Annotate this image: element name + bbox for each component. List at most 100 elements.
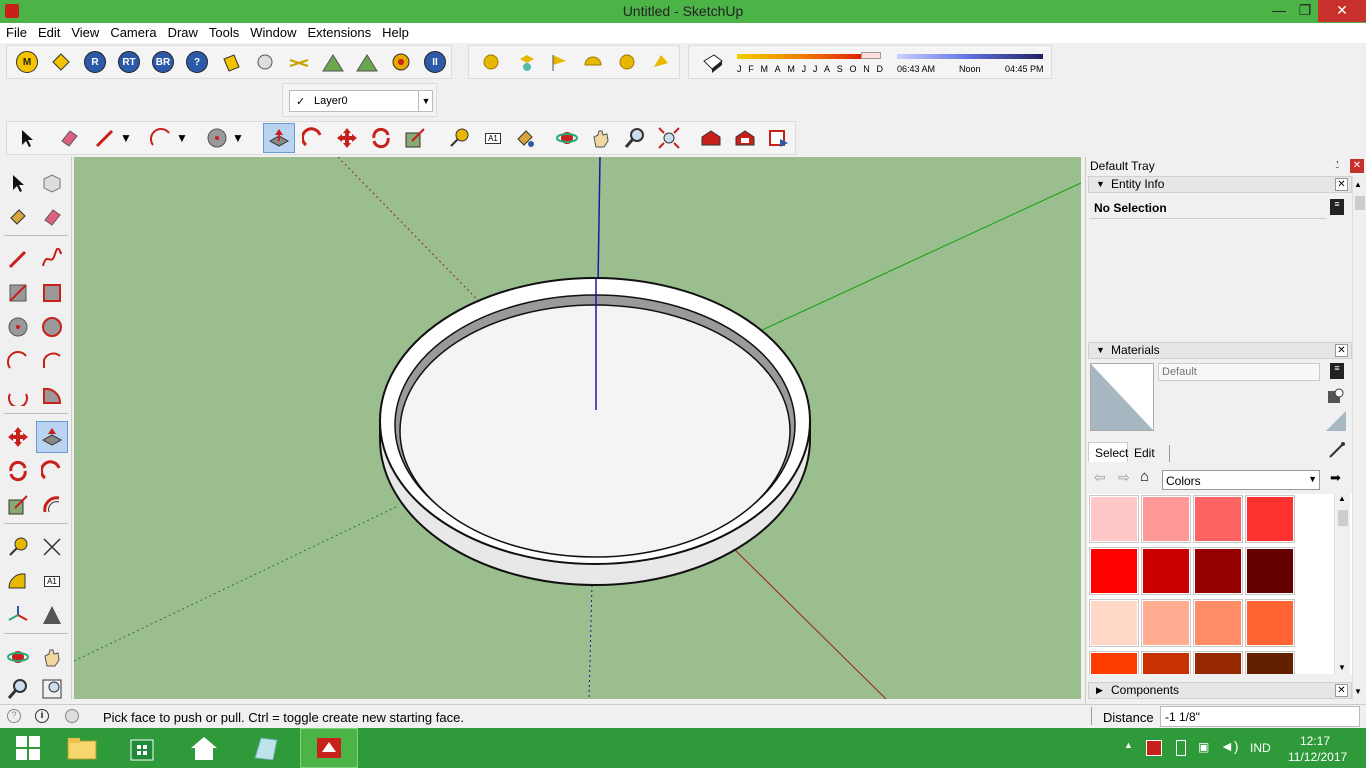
lt-dimension-icon[interactable] xyxy=(40,535,64,559)
lt-orbit-icon[interactable] xyxy=(6,645,30,669)
circle-dropdown-icon[interactable]: ▼ xyxy=(231,126,245,150)
extension-warehouse-icon[interactable] xyxy=(767,126,791,150)
entity-info-header[interactable]: ▼ Entity Info ✕ xyxy=(1088,176,1352,193)
material-swatch[interactable] xyxy=(1141,547,1191,595)
menu-view[interactable]: View xyxy=(65,23,104,40)
clock-date[interactable]: 11/12/2017 xyxy=(1288,750,1347,764)
lt-protractor-icon[interactable] xyxy=(6,569,30,593)
m-extension-icon[interactable]: M xyxy=(15,50,39,74)
material-swatch[interactable] xyxy=(1141,599,1191,647)
orbit-icon[interactable] xyxy=(555,126,579,150)
lt-pan-icon[interactable] xyxy=(40,645,64,669)
start-windows-icon[interactable] xyxy=(0,728,56,768)
arc-icon[interactable] xyxy=(149,126,173,150)
month-slider[interactable] xyxy=(737,54,861,59)
lt-freehand-icon[interactable] xyxy=(40,247,64,271)
menu-edit[interactable]: Edit xyxy=(32,23,65,40)
create-material-icon[interactable] xyxy=(1326,387,1344,405)
shadow-toggle-icon[interactable] xyxy=(701,50,725,74)
lt-scale-icon[interactable] xyxy=(6,493,30,517)
material-swatch[interactable] xyxy=(1089,495,1139,543)
layer-select[interactable]: ✓ Layer0 ▼ xyxy=(289,90,433,112)
lt-paint-icon[interactable] xyxy=(6,205,30,229)
push-pull-icon[interactable] xyxy=(263,123,295,153)
home-app-icon[interactable] xyxy=(176,728,232,768)
tray-pin-icon[interactable]: ⍘ xyxy=(1334,159,1341,172)
warehouse-icon[interactable] xyxy=(699,126,723,150)
zoom-extents-icon[interactable] xyxy=(657,126,681,150)
lt-zoom-window-icon[interactable] xyxy=(40,677,64,701)
top-view-icon[interactable] xyxy=(515,50,539,74)
edges-icon[interactable] xyxy=(287,50,311,74)
back-arrow-icon[interactable]: ⇦ xyxy=(1094,469,1106,486)
lt-select-icon[interactable] xyxy=(6,171,30,195)
volume-icon[interactable]: ◄) xyxy=(1220,738,1239,754)
iso-view-icon[interactable] xyxy=(479,50,503,74)
store-icon[interactable] xyxy=(114,728,170,768)
material-details-icon[interactable]: ≡ xyxy=(1330,363,1344,379)
model-viewport[interactable] xyxy=(74,157,1081,699)
r-extension-icon[interactable]: R xyxy=(83,50,107,74)
materials-header[interactable]: ▼ Materials ✕ xyxy=(1088,342,1352,359)
user-icon[interactable] xyxy=(65,709,79,723)
pencil-icon[interactable] xyxy=(93,126,117,150)
lt-3d-text-icon[interactable] xyxy=(40,603,64,627)
lt-move-icon[interactable] xyxy=(6,425,30,449)
follow-me-icon[interactable] xyxy=(301,126,325,150)
menu-tools[interactable]: Tools xyxy=(203,23,244,40)
lt-rotated-rect-icon[interactable] xyxy=(40,281,64,305)
tag-yellow-icon[interactable] xyxy=(219,50,243,74)
select-arrow-icon[interactable] xyxy=(15,126,39,150)
forward-arrow-icon[interactable]: ⇨ xyxy=(1118,469,1130,486)
menu-window[interactable]: Window xyxy=(244,23,301,40)
menu-extensions[interactable]: Extensions xyxy=(302,23,377,40)
rt-extension-icon[interactable]: RT xyxy=(117,50,141,74)
circle-icon[interactable] xyxy=(205,126,229,150)
material-swatch[interactable] xyxy=(1245,651,1295,674)
close-button[interactable]: ✕ xyxy=(1318,0,1366,22)
material-swatch[interactable] xyxy=(1193,547,1243,595)
credits-icon[interactable]: i xyxy=(35,709,49,723)
lt-eraser-icon[interactable] xyxy=(40,205,64,229)
help-extension-icon[interactable]: ? xyxy=(185,50,209,74)
lt-text-icon[interactable]: A1 xyxy=(40,569,64,593)
material-swatch[interactable] xyxy=(1141,495,1191,543)
tape-measure-icon[interactable] xyxy=(447,126,471,150)
back-view-icon[interactable] xyxy=(615,50,639,74)
measurement-input[interactable]: -1 1/8" xyxy=(1160,706,1360,727)
clock-time[interactable]: 12:17 xyxy=(1300,734,1330,748)
menu-file[interactable]: File xyxy=(0,23,32,40)
lt-arc-icon[interactable] xyxy=(6,349,30,373)
material-swatch[interactable] xyxy=(1245,547,1295,595)
menu-draw[interactable]: Draw xyxy=(162,23,203,40)
menu-camera[interactable]: Camera xyxy=(104,23,161,40)
pencil-dropdown-icon[interactable]: ▼ xyxy=(119,126,133,150)
lt-push-pull-icon[interactable] xyxy=(36,421,68,453)
material-swatch[interactable] xyxy=(1089,599,1139,647)
scale-icon[interactable] xyxy=(403,126,427,150)
notes-app-icon[interactable] xyxy=(238,728,294,768)
antivirus-icon[interactable] xyxy=(1146,740,1162,756)
material-swatch[interactable] xyxy=(1193,495,1243,543)
lt-rotate-icon[interactable] xyxy=(6,459,30,483)
library-dropdown-icon[interactable]: ▼ xyxy=(1308,474,1317,484)
sandbox-icon[interactable] xyxy=(321,50,345,74)
restore-button[interactable]: ❐ xyxy=(1290,0,1320,22)
lt-2pt-arc-icon[interactable] xyxy=(40,349,64,373)
rotate-icon[interactable] xyxy=(369,126,393,150)
file-explorer-icon[interactable] xyxy=(54,728,110,768)
swatch-scrollbar[interactable]: ▲ ▼ xyxy=(1334,494,1350,674)
material-swatch[interactable] xyxy=(1141,651,1191,674)
show-hidden-icons[interactable]: ▲ xyxy=(1124,740,1133,750)
lt-zoom-icon[interactable] xyxy=(6,677,30,701)
network-icon[interactable]: ▣ xyxy=(1198,740,1209,754)
time-slider[interactable] xyxy=(897,54,1043,59)
eraser-icon[interactable] xyxy=(57,126,81,150)
lt-3pt-arc-icon[interactable] xyxy=(6,383,30,407)
pause-icon[interactable]: II xyxy=(423,50,447,74)
library-details-icon[interactable]: ➡ xyxy=(1330,470,1341,486)
paint-bucket-icon[interactable] xyxy=(513,126,537,150)
material-swatch[interactable] xyxy=(1089,547,1139,595)
lt-axes-icon[interactable] xyxy=(6,603,30,627)
tray-close-icon[interactable]: ✕ xyxy=(1350,159,1364,173)
